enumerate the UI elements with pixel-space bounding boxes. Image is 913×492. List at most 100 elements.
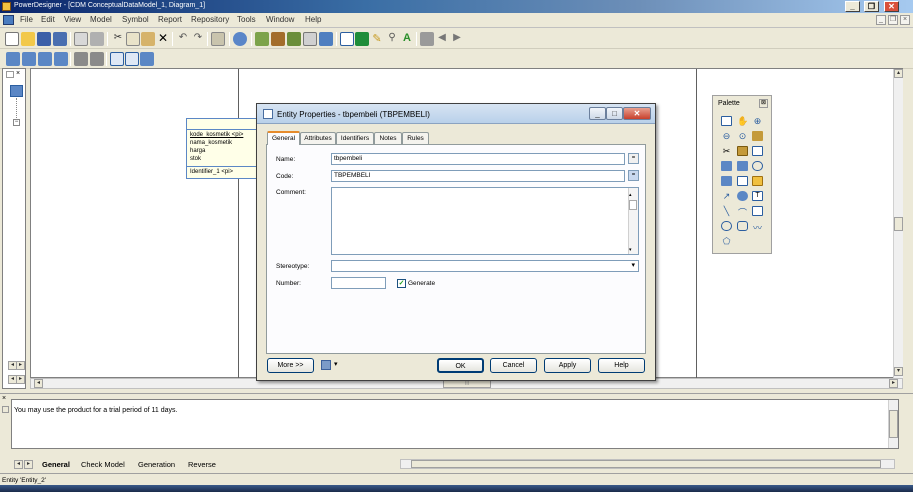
grabber-tool-icon[interactable]: ✋ bbox=[737, 116, 748, 126]
output-scroll-thumb[interactable] bbox=[889, 410, 898, 438]
link-tool-icon[interactable]: ↗ bbox=[721, 191, 732, 201]
mdi-restore-button[interactable]: ❐ bbox=[888, 15, 898, 25]
check-model-icon[interactable] bbox=[233, 32, 247, 46]
association-link-tool-icon[interactable] bbox=[721, 176, 732, 186]
menu-symbol[interactable]: Symbol bbox=[122, 15, 149, 24]
mdi-minimize-button[interactable]: _ bbox=[876, 15, 886, 25]
arc-tool-icon[interactable]: ⌒ bbox=[737, 206, 748, 218]
apply-button[interactable]: Apply bbox=[544, 358, 591, 373]
delete-icon[interactable]: ✕ bbox=[156, 32, 170, 46]
canvas-vertical-scrollbar[interactable]: ▴ ▾ bbox=[893, 69, 903, 379]
tab-rules[interactable]: Rules bbox=[402, 132, 429, 144]
output-vertical-scrollbar[interactable] bbox=[888, 400, 898, 448]
more-button[interactable]: More >> bbox=[267, 358, 314, 373]
menu-repository[interactable]: Repository bbox=[191, 15, 229, 24]
entity-attribute[interactable]: harga bbox=[190, 148, 205, 154]
rounded-rectangle-tool-icon[interactable] bbox=[737, 221, 748, 231]
polygon-tool-icon[interactable]: ⬠ bbox=[721, 236, 732, 246]
scroll-down-icon[interactable]: ▾ bbox=[894, 367, 903, 376]
generate-checkbox[interactable]: ✓ bbox=[397, 279, 406, 288]
back-icon[interactable]: ◀ bbox=[435, 32, 449, 46]
print-preview-icon[interactable] bbox=[74, 32, 88, 46]
generate-icon[interactable] bbox=[255, 32, 269, 46]
line-tool-icon[interactable]: ╲ bbox=[721, 206, 732, 216]
find-icon[interactable] bbox=[271, 32, 285, 46]
title-tool-icon[interactable] bbox=[737, 191, 748, 201]
association-tool-icon[interactable] bbox=[752, 161, 763, 171]
comment-scroll-thumb[interactable] bbox=[629, 200, 637, 210]
pencil-icon[interactable]: ✎ bbox=[370, 32, 384, 46]
inheritance-tool-icon[interactable] bbox=[737, 161, 748, 171]
output-close-icon[interactable]: × bbox=[2, 395, 9, 403]
properties-tool-icon[interactable] bbox=[752, 131, 763, 141]
fill-icon[interactable]: ⚲ bbox=[385, 32, 399, 46]
mdi-close-button[interactable]: × bbox=[900, 15, 910, 25]
pointer-tool-icon[interactable] bbox=[721, 116, 732, 126]
browser-tab-icon[interactable] bbox=[6, 71, 14, 78]
entity-attribute[interactable]: nama_kosmetik bbox=[190, 140, 232, 146]
entity-attribute[interactable]: stok bbox=[190, 156, 201, 162]
zoom-in-tool-icon[interactable]: ⊕ bbox=[752, 116, 763, 126]
zoom-out-tool-icon[interactable]: ⊖ bbox=[721, 131, 732, 141]
ellipse-tool-icon[interactable] bbox=[721, 221, 732, 231]
result-list-icon[interactable] bbox=[140, 52, 154, 66]
tab-general[interactable]: General bbox=[267, 131, 300, 145]
object-browser[interactable]: × − ◂ ▸ ◂ ▸ bbox=[2, 68, 26, 389]
comment-scroll-down-icon[interactable]: ▾ bbox=[629, 245, 632, 255]
entity-attribute[interactable]: kode_kosmetik <pi> bbox=[190, 132, 243, 138]
name-field[interactable]: tbpembeli bbox=[331, 153, 625, 165]
redo-icon[interactable]: ↷ bbox=[191, 32, 205, 46]
menu-view[interactable]: View bbox=[64, 15, 81, 24]
menu-model[interactable]: Model bbox=[90, 15, 112, 24]
ok-button[interactable]: OK bbox=[437, 358, 484, 373]
menu-report[interactable]: Report bbox=[158, 15, 182, 24]
entity-tool-icon[interactable] bbox=[752, 146, 763, 156]
save-icon[interactable] bbox=[37, 32, 51, 46]
print-icon[interactable] bbox=[90, 32, 104, 46]
scroll-thumb[interactable] bbox=[894, 217, 903, 231]
print-icon[interactable] bbox=[321, 360, 331, 370]
menu-file[interactable]: File bbox=[20, 15, 33, 24]
output-tab-check-model[interactable]: Check Model bbox=[81, 460, 125, 469]
open-icon[interactable] bbox=[21, 32, 35, 46]
output-text-area[interactable]: You may use the product for a trial peri… bbox=[11, 399, 899, 449]
number-field[interactable] bbox=[331, 277, 386, 289]
chevron-down-icon[interactable]: ▾ bbox=[334, 360, 338, 368]
browser-close-icon[interactable]: × bbox=[16, 70, 23, 78]
delete-tool-icon[interactable]: ✂ bbox=[721, 146, 732, 156]
table-icon[interactable] bbox=[355, 32, 369, 46]
grid-icon[interactable] bbox=[90, 52, 104, 66]
polyline-tool-icon[interactable]: 〰 bbox=[752, 221, 763, 233]
properties-icon[interactable] bbox=[211, 32, 225, 46]
comment-scroll-up-icon[interactable]: ▴ bbox=[629, 190, 632, 200]
browser-scroll-right-icon[interactable]: ▸ bbox=[16, 361, 25, 370]
tab-attributes[interactable]: Attributes bbox=[300, 132, 336, 144]
dialog-minimize-button[interactable]: _ bbox=[589, 107, 606, 120]
close-button[interactable]: ✕ bbox=[884, 1, 899, 12]
minimize-button[interactable]: _ bbox=[845, 1, 860, 12]
rectangle-tool-icon[interactable] bbox=[752, 206, 763, 216]
forward-icon[interactable]: ▶ bbox=[450, 32, 464, 46]
output-tab-reverse[interactable]: Reverse bbox=[188, 460, 216, 469]
copy-icon[interactable] bbox=[126, 32, 140, 46]
tab-notes[interactable]: Notes bbox=[374, 132, 402, 144]
view-icon[interactable] bbox=[22, 52, 36, 66]
font-color-icon[interactable]: A bbox=[400, 32, 414, 46]
paste-icon[interactable] bbox=[141, 32, 155, 46]
layout-icon[interactable] bbox=[74, 52, 88, 66]
menu-help[interactable]: Help bbox=[305, 15, 321, 24]
code-equals-button[interactable]: = bbox=[628, 170, 639, 181]
file-tool-icon[interactable] bbox=[737, 176, 748, 186]
undo-icon[interactable]: ↶ bbox=[176, 32, 190, 46]
menu-window[interactable]: Window bbox=[266, 15, 294, 24]
code-field[interactable]: TBPEMBELI bbox=[331, 170, 625, 182]
output-horizontal-scrollbar[interactable] bbox=[400, 459, 895, 469]
browser-toggle-icon[interactable] bbox=[110, 52, 124, 66]
palette-close-icon[interactable]: ⊠ bbox=[759, 99, 768, 108]
document-icon[interactable] bbox=[3, 15, 14, 25]
comment-textarea[interactable]: ▴ ▾ bbox=[331, 187, 639, 255]
restore-button[interactable]: ❐ bbox=[864, 1, 879, 12]
stereotype-select[interactable]: ▾ bbox=[331, 260, 639, 272]
output-toggle-icon[interactable] bbox=[125, 52, 139, 66]
name-equals-button[interactable]: = bbox=[628, 153, 639, 164]
